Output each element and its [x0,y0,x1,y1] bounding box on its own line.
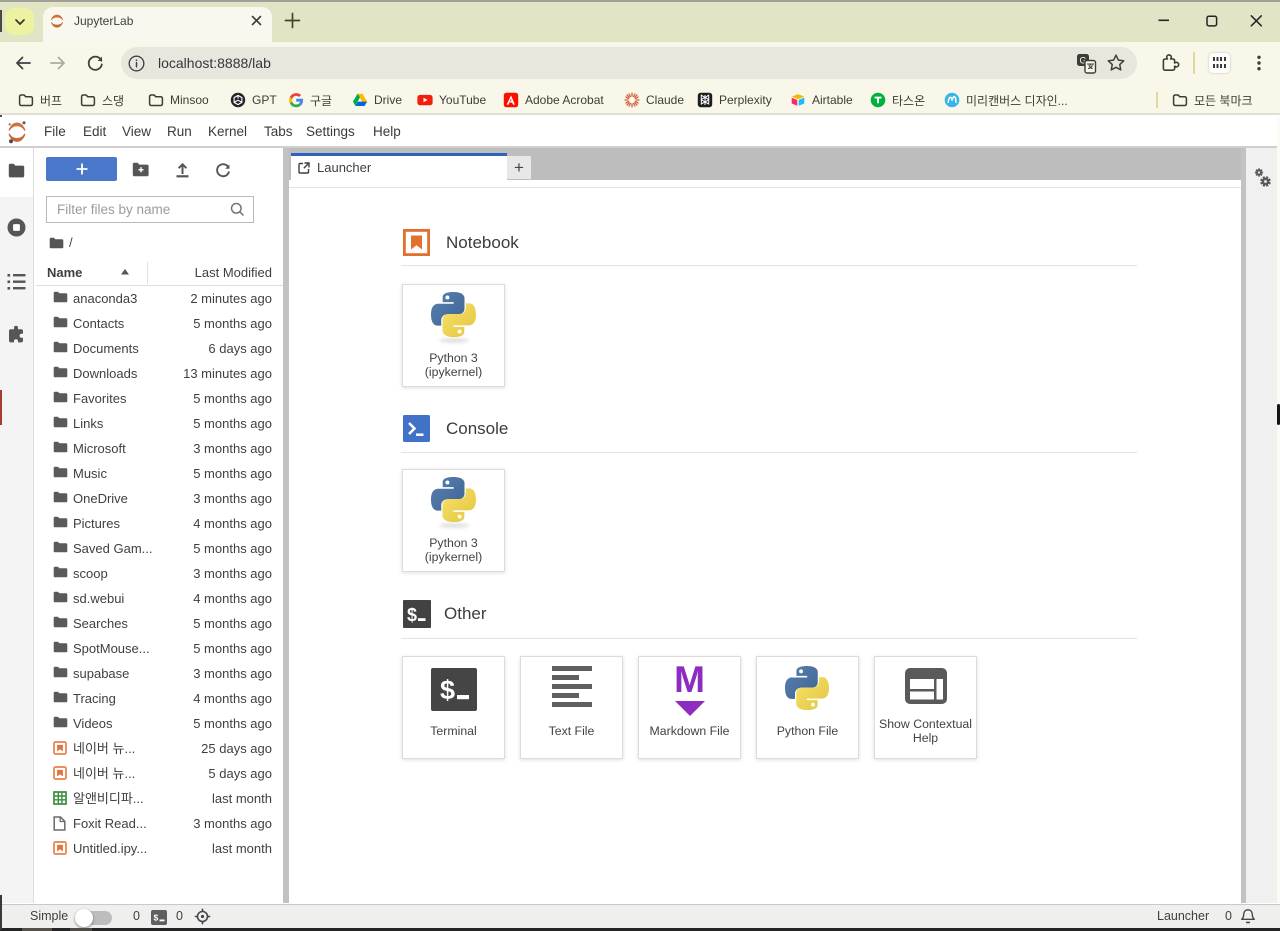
svg-text:$: $ [440,675,455,705]
svg-text:$: $ [407,605,417,625]
svg-text:$: $ [154,913,159,923]
